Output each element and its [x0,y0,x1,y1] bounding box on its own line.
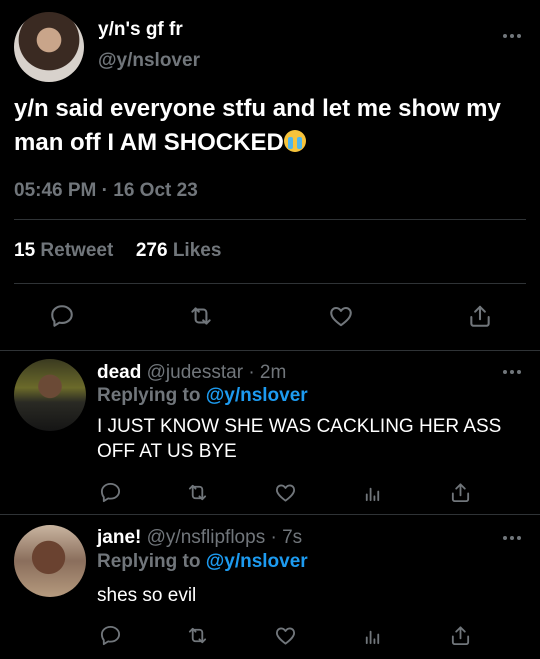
display-name[interactable]: jane! [97,527,141,548]
avatar[interactable] [14,525,86,597]
reply-tweet[interactable]: jane! @y/nsflipflops · 7s Replying to @y… [0,515,540,659]
reply-text: I JUST KNOW SHE WAS CACKLING HER ASS OFF… [97,416,502,462]
replying-to: Replying to @y/nslover [97,385,308,407]
divider [14,283,526,284]
tweet-timestamp[interactable]: 05:46 PM · 16 Oct 23 [14,180,198,202]
likes-count[interactable]: 276 [136,240,168,261]
main-tweet: y/n's gf fr @y/nslover y/n said everyone… [0,0,540,350]
reply-header: jane! @y/nsflipflops · 7s [97,527,302,549]
loudly-crying-face-icon [283,130,306,152]
reply-icon[interactable] [96,478,124,506]
replying-label: Replying to [97,385,201,406]
handle[interactable]: @y/nsflipflops [147,527,266,548]
mention-link[interactable]: @y/nslover [206,385,308,406]
retweet-label[interactable]: Retweet [40,240,113,261]
replying-label: Replying to [97,551,201,572]
handle[interactable]: @y/nslover [98,50,200,72]
more-options-icon[interactable] [503,369,523,375]
display-name[interactable]: dead [97,362,141,383]
retweet-icon[interactable] [187,302,215,330]
mention-link[interactable]: @y/nslover [206,551,308,572]
reply-header: dead @judesstar · 2m [97,362,286,384]
likes-label[interactable]: Likes [173,240,222,261]
like-icon[interactable] [327,302,355,330]
reply-tweet[interactable]: dead @judesstar · 2m Replying to @y/nslo… [0,351,540,514]
timestamp[interactable]: · 2m [248,362,286,383]
tweet-actions [48,302,494,330]
like-icon[interactable] [271,621,299,649]
avatar[interactable] [14,359,86,431]
retweet-icon[interactable] [184,478,212,506]
share-icon[interactable] [446,621,474,649]
divider [14,219,526,220]
analytics-icon[interactable] [359,621,387,649]
tweet-text-content: y/n said everyone stfu and let me show m… [14,95,501,156]
display-name[interactable]: y/n's gf fr [98,19,183,41]
reply-icon[interactable] [48,302,76,330]
like-icon[interactable] [271,478,299,506]
tweet-stats: 15 Retweet 276 Likes [14,240,221,262]
share-icon[interactable] [446,478,474,506]
more-options-icon[interactable] [503,33,523,39]
reply-icon[interactable] [96,621,124,649]
analytics-icon[interactable] [359,478,387,506]
handle[interactable]: @judesstar [147,362,243,383]
retweet-count[interactable]: 15 [14,240,35,261]
retweet-icon[interactable] [184,621,212,649]
tweet-text: y/n said everyone stfu and let me show m… [14,92,534,160]
reply-actions [96,621,474,649]
share-icon[interactable] [466,302,494,330]
reply-actions [96,478,474,506]
more-options-icon[interactable] [503,535,523,541]
reply-text: shes so evil [97,585,197,606]
replying-to: Replying to @y/nslover [97,551,308,573]
timestamp[interactable]: · 7s [270,527,302,548]
avatar[interactable] [14,12,84,82]
